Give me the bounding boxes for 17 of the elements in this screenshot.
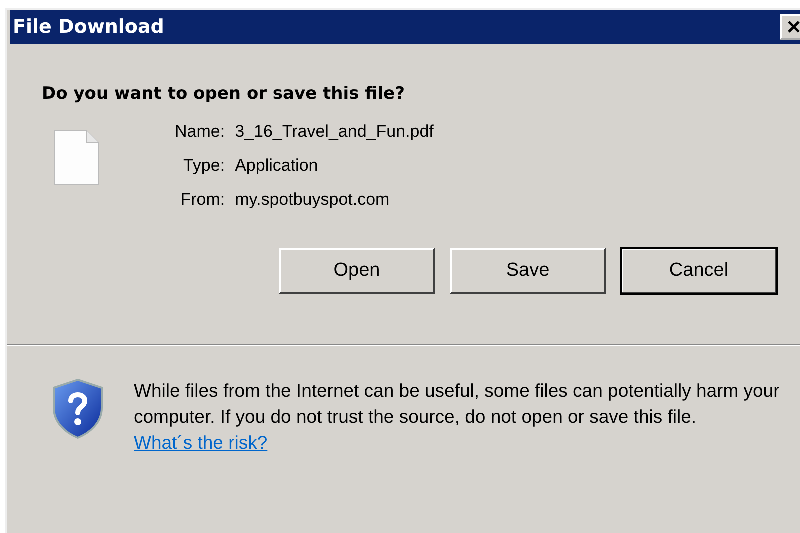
close-button[interactable] bbox=[780, 14, 800, 40]
field-label: From: bbox=[180, 190, 226, 210]
file-icon bbox=[54, 130, 100, 186]
dialog-button[interactable]: Cancel bbox=[621, 248, 777, 294]
field-value: 3_16_Travel_and_Fun.pdf bbox=[235, 122, 434, 142]
dialog-question: Do you want to open or save this file? bbox=[42, 84, 406, 104]
field-value: my.spotbuyspot.com bbox=[235, 190, 391, 210]
close-icon bbox=[787, 20, 800, 34]
shield-question-icon bbox=[52, 378, 104, 440]
window-title: File Download bbox=[13, 16, 164, 38]
dialog-button[interactable]: Open bbox=[279, 248, 435, 294]
field-label: Type: bbox=[182, 156, 226, 176]
risk-link[interactable]: What´s the risk? bbox=[134, 432, 268, 453]
dialog-button[interactable]: Save bbox=[450, 248, 606, 294]
field-label: Name: bbox=[175, 122, 226, 142]
field-value: Application bbox=[235, 156, 320, 176]
warning-text: While files from the Internet can be useful, some files can potentially harm your computer. If you do not trust the source, do not open or save this file. What´s the risk? bbox=[134, 379, 781, 455]
